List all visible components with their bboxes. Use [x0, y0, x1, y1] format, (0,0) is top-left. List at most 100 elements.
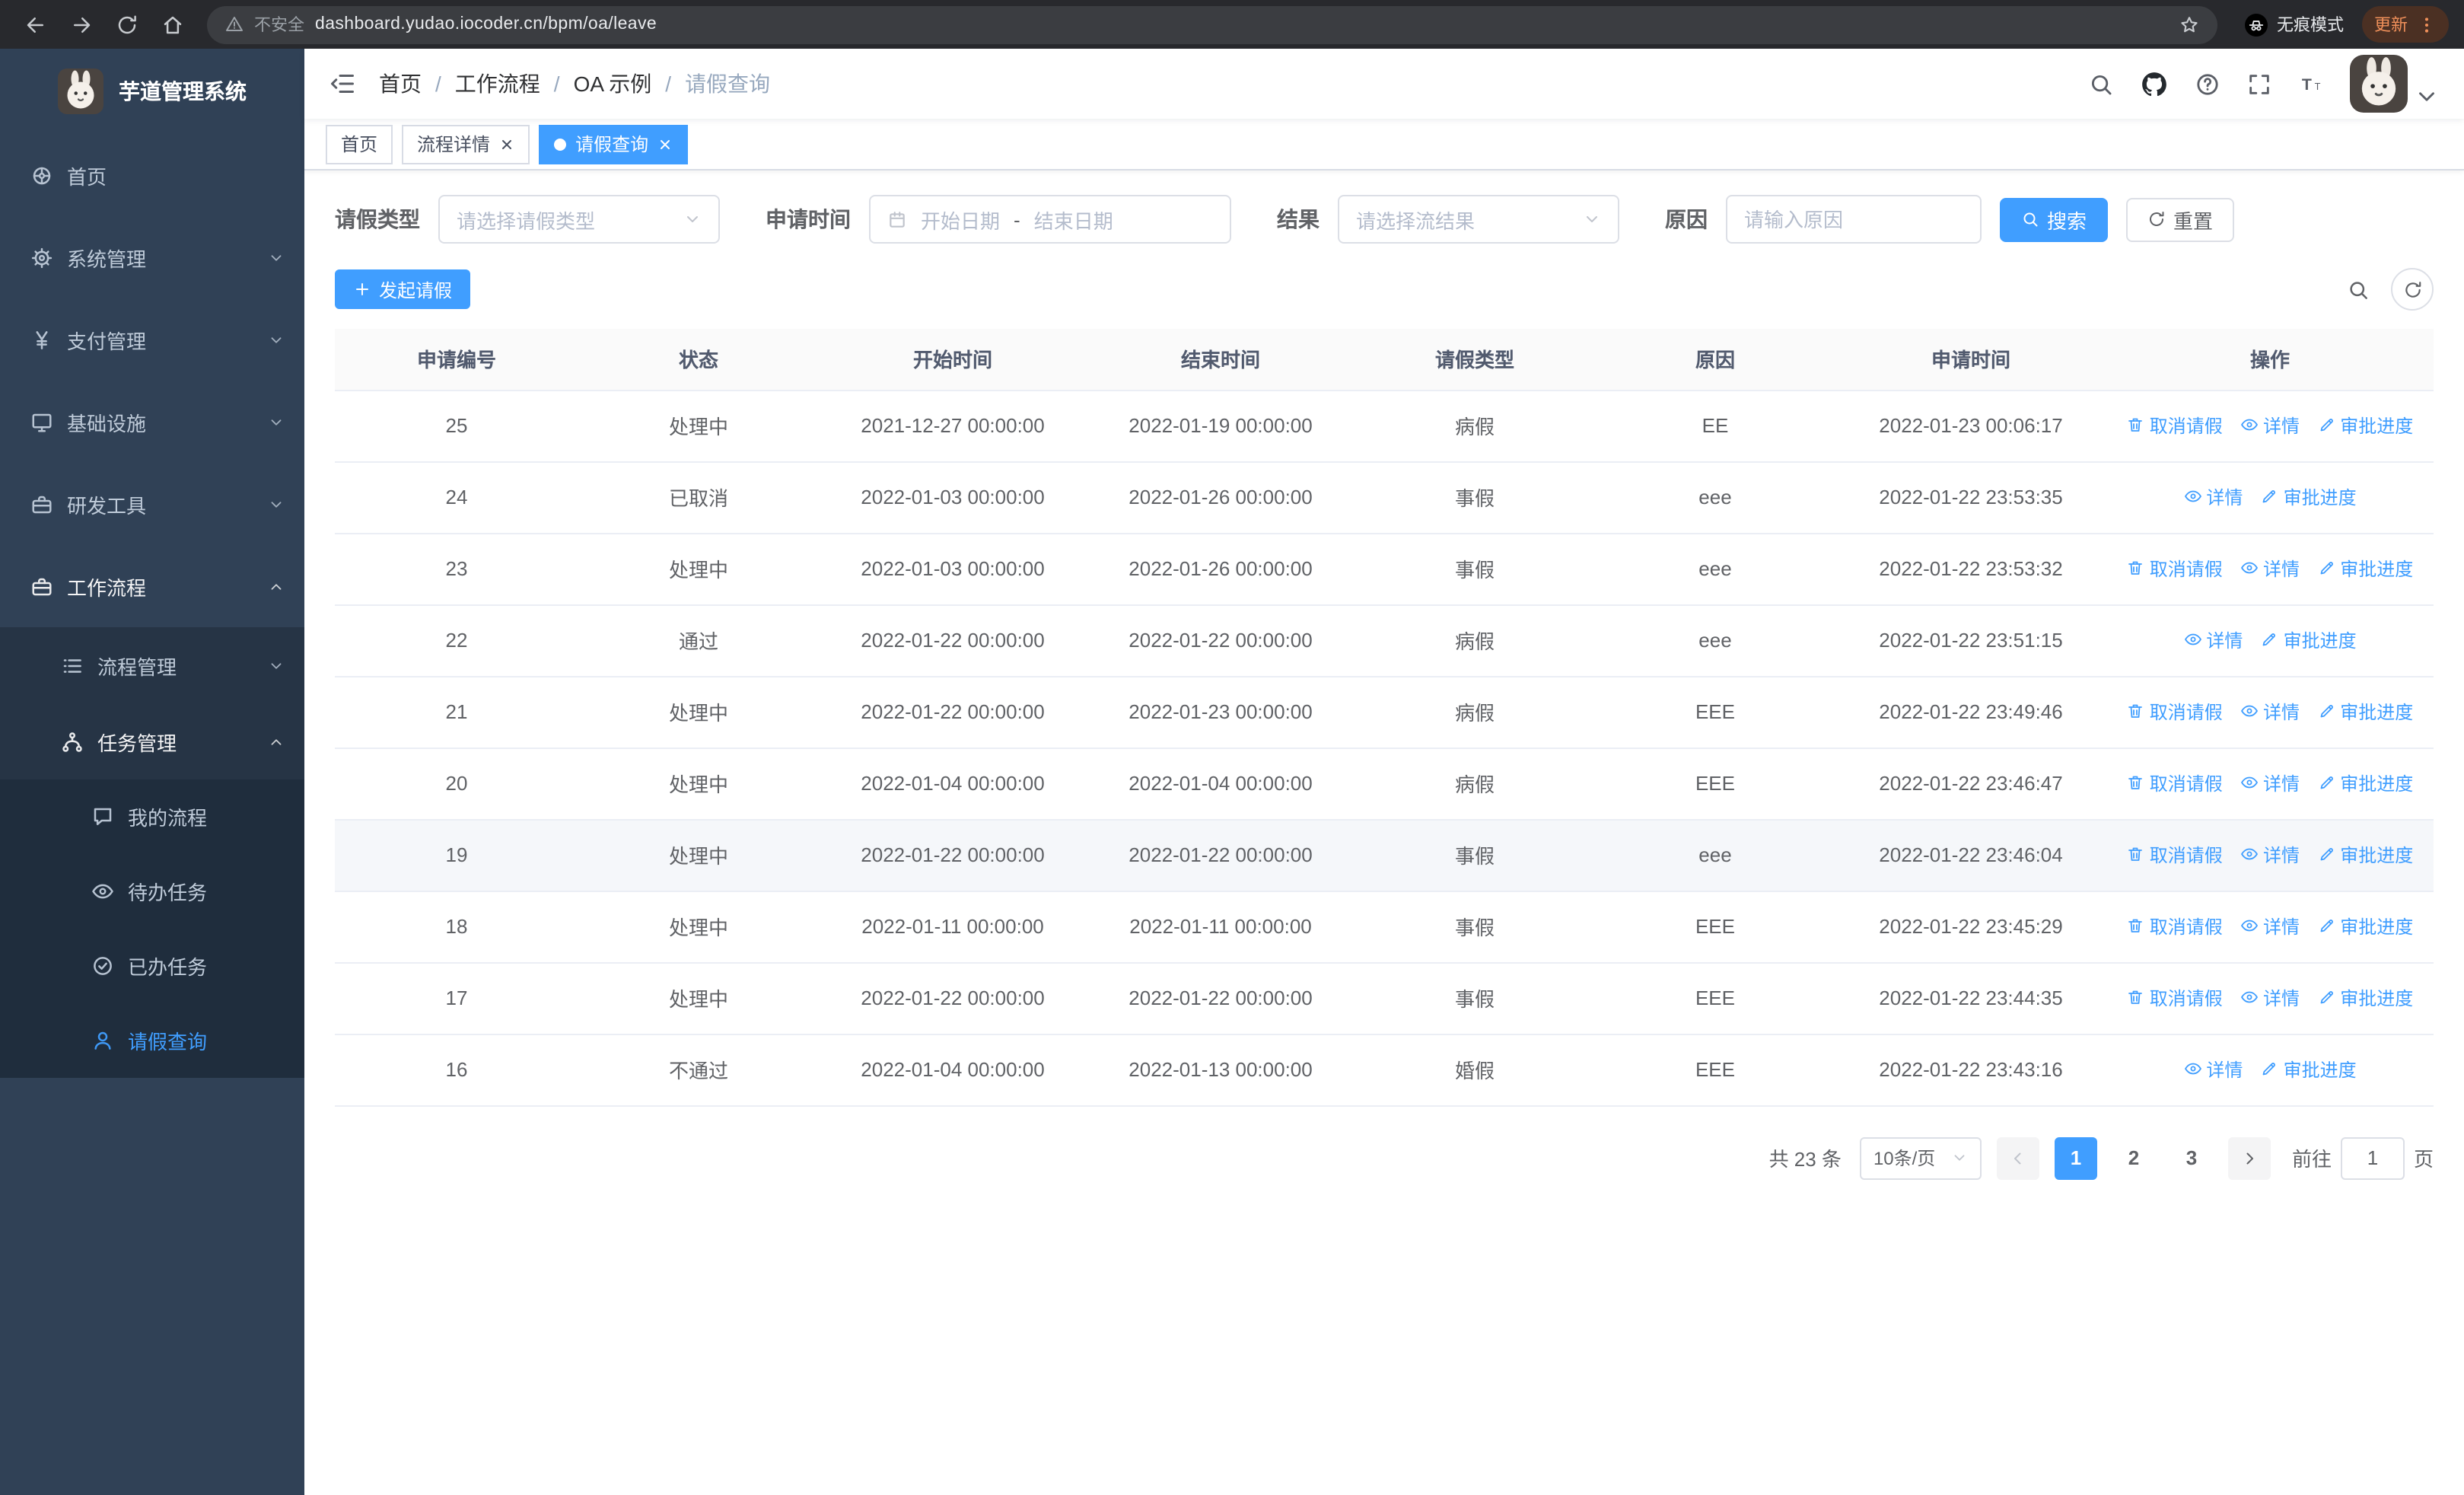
cancel-leave-link[interactable]: 取消请假: [2127, 985, 2223, 1011]
detail-link[interactable]: 详情: [2183, 484, 2243, 510]
cancel-leave-link[interactable]: 取消请假: [2127, 842, 2223, 868]
search-toggle-button[interactable]: [2347, 278, 2370, 301]
leave-type-select[interactable]: 请选择请假类型: [438, 195, 720, 244]
detail-link[interactable]: 详情: [2240, 556, 2300, 582]
sidebar-item-infrastructure[interactable]: 基础设施: [0, 381, 304, 463]
approval-progress-link[interactable]: 审批进度: [2317, 770, 2413, 796]
create-leave-button[interactable]: 发起请假: [335, 269, 471, 309]
font-size-icon[interactable]: [2298, 71, 2324, 97]
sidebar-item-todo-tasks[interactable]: 待办任务: [0, 854, 304, 929]
app-logo[interactable]: 芋道管理系统: [0, 49, 304, 134]
fullscreen-icon[interactable]: [2246, 71, 2272, 97]
cancel-leave-link[interactable]: 取消请假: [2127, 413, 2223, 438]
approval-progress-link[interactable]: 审批进度: [2317, 699, 2413, 725]
page-button-2[interactable]: 2: [2112, 1136, 2155, 1179]
browser-update-button[interactable]: 更新: [2362, 6, 2449, 43]
browser-menu-icon[interactable]: [2417, 14, 2437, 34]
sidebar-item-done-tasks[interactable]: 已办任务: [0, 929, 304, 1003]
github-icon[interactable]: [2140, 69, 2169, 98]
detail-link[interactable]: 详情: [2240, 770, 2300, 796]
refresh-table-button[interactable]: [2391, 268, 2434, 311]
approval-progress-link[interactable]: 审批进度: [2317, 913, 2413, 939]
sidebar-item-dev-tools[interactable]: 研发工具: [0, 463, 304, 545]
search-button-label: 搜索: [2047, 209, 2087, 232]
reset-button[interactable]: 重置: [2126, 197, 2235, 241]
detail-link[interactable]: 详情: [2240, 413, 2300, 438]
cancel-leave-link[interactable]: 取消请假: [2127, 699, 2223, 725]
bookmark-star-icon[interactable]: [2179, 14, 2199, 34]
sidebar-item-home[interactable]: 首页: [0, 134, 304, 216]
cancel-leave-link[interactable]: 取消请假: [2127, 913, 2223, 939]
table-row[interactable]: 23 处理中 2022-01-03 00:00:00 2022-01-26 00…: [335, 533, 2434, 605]
table-row[interactable]: 20 处理中 2022-01-04 00:00:00 2022-01-04 00…: [335, 748, 2434, 820]
table-row[interactable]: 21 处理中 2022-01-22 00:00:00 2022-01-23 00…: [335, 676, 2434, 748]
table-row[interactable]: 17 处理中 2022-01-22 00:00:00 2022-01-22 00…: [335, 962, 2434, 1034]
sidebar-item-my-processes[interactable]: 我的流程: [0, 779, 304, 854]
breadcrumb-item[interactable]: OA 示例: [574, 69, 652, 99]
cancel-leave-link[interactable]: 取消请假: [2127, 556, 2223, 582]
detail-link[interactable]: 详情: [2240, 699, 2300, 725]
detail-link[interactable]: 详情: [2240, 842, 2300, 868]
cancel-leave-link[interactable]: 取消请假: [2127, 770, 2223, 796]
approval-progress-link[interactable]: 审批进度: [2261, 627, 2357, 653]
close-icon[interactable]: [499, 136, 514, 151]
help-icon[interactable]: [2195, 71, 2220, 97]
prev-page-button[interactable]: [1996, 1136, 2039, 1179]
user-menu[interactable]: [2350, 55, 2440, 113]
sidebar-item-workflow[interactable]: 工作流程: [0, 545, 304, 627]
tag-process-detail[interactable]: 流程详情: [402, 124, 530, 164]
browser-back-button[interactable]: [15, 5, 55, 44]
apply-time-range-picker[interactable]: 开始日期 - 结束日期: [869, 195, 1231, 244]
breadcrumb-item[interactable]: 工作流程: [455, 69, 540, 99]
page-size-select[interactable]: 10条/页: [1859, 1136, 1982, 1179]
approval-progress-link[interactable]: 审批进度: [2317, 556, 2413, 582]
sidebar-item-process-management[interactable]: 流程管理: [0, 627, 304, 703]
reason-input[interactable]: [1727, 196, 1980, 242]
sidebar-item-payment-management[interactable]: 支付管理: [0, 298, 304, 381]
page-button-1[interactable]: 1: [2054, 1136, 2097, 1179]
table-row[interactable]: 16 不通过 2022-01-04 00:00:00 2022-01-13 00…: [335, 1034, 2434, 1106]
result-select[interactable]: 请选择流结果: [1338, 195, 1619, 244]
close-icon[interactable]: [657, 136, 673, 151]
detail-link[interactable]: 详情: [2240, 985, 2300, 1011]
table-row[interactable]: 24 已取消 2022-01-03 00:00:00 2022-01-26 00…: [335, 461, 2434, 534]
search-icon[interactable]: [2088, 71, 2114, 97]
sidebar-item-system-management[interactable]: 系统管理: [0, 216, 304, 298]
browser-home-button[interactable]: [152, 5, 192, 44]
approval-progress-link[interactable]: 审批进度: [2261, 484, 2357, 510]
detail-link[interactable]: 详情: [2240, 913, 2300, 939]
cell-actions: 取消请假 详情 审批进度: [2106, 533, 2434, 605]
table-row[interactable]: 22 通过 2022-01-22 00:00:00 2022-01-22 00:…: [335, 604, 2434, 677]
goto-page-input[interactable]: [2340, 1136, 2405, 1179]
chevron-down-icon: [683, 210, 702, 228]
sidebar-toggle[interactable]: [329, 70, 356, 97]
cell-apply-time: 2022-01-22 23:49:46: [1835, 676, 2106, 748]
sidebar-item-leave-query[interactable]: 请假查询: [0, 1003, 304, 1078]
sidebar-item-label: 流程管理: [97, 655, 177, 678]
edit-icon: [2317, 416, 2335, 435]
search-button[interactable]: 搜索: [2000, 197, 2109, 241]
approval-progress-link[interactable]: 审批进度: [2317, 413, 2413, 438]
detail-link[interactable]: 详情: [2183, 627, 2243, 653]
detail-link[interactable]: 详情: [2183, 1057, 2243, 1082]
next-page-button[interactable]: [2227, 1136, 2271, 1179]
cell-apply-time: 2022-01-22 23:51:15: [1835, 604, 2106, 677]
cell-end-time: 2022-01-19 00:00:00: [1087, 390, 1355, 462]
page-button-3[interactable]: 3: [2170, 1136, 2213, 1179]
approval-progress-link[interactable]: 审批进度: [2317, 985, 2413, 1011]
approval-progress-link[interactable]: 审批进度: [2317, 842, 2413, 868]
tag-leave-query[interactable]: 请假查询: [539, 124, 689, 164]
table-row[interactable]: 19 处理中 2022-01-22 00:00:00 2022-01-22 00…: [335, 819, 2434, 891]
search-icon: [2347, 278, 2370, 301]
approval-progress-link[interactable]: 审批进度: [2261, 1057, 2357, 1082]
tag-home[interactable]: 首页: [326, 124, 393, 164]
cell-apply-id: 24: [335, 461, 578, 534]
browser-reload-button[interactable]: [107, 5, 146, 44]
avatar[interactable]: [2350, 55, 2408, 113]
table-row[interactable]: 18 处理中 2022-01-11 00:00:00 2022-01-11 00…: [335, 891, 2434, 963]
table-row[interactable]: 25 处理中 2021-12-27 00:00:00 2022-01-19 00…: [335, 390, 2434, 462]
browser-forward-button[interactable]: [61, 5, 100, 44]
breadcrumb-item[interactable]: 首页: [379, 69, 422, 99]
sidebar-item-task-management[interactable]: 任务管理: [0, 703, 304, 779]
address-bar[interactable]: 不安全 dashboard.yudao.iocoder.cn/bpm/oa/le…: [207, 5, 2217, 43]
